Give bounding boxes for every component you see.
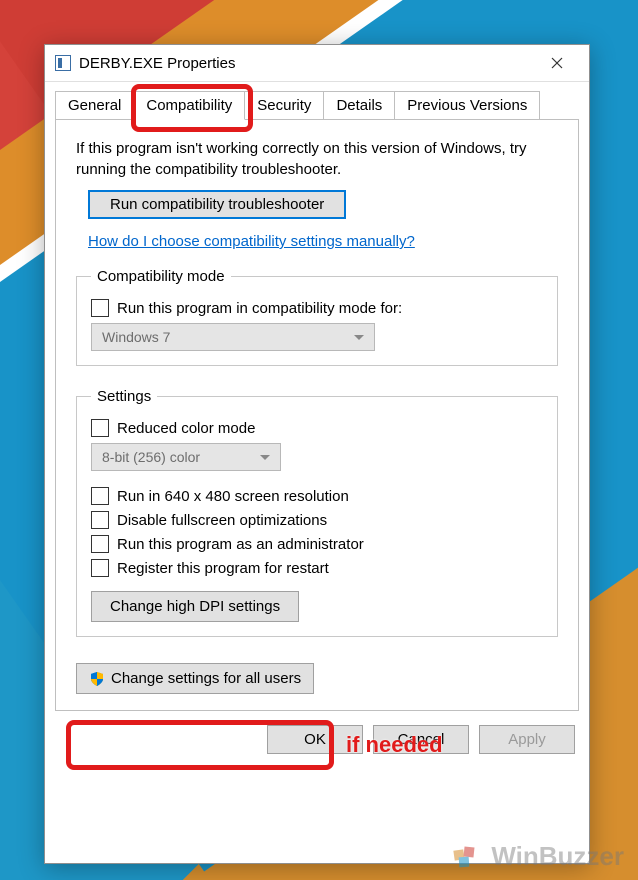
reduced-color-checkbox[interactable]: Reduced color mode [91,419,543,437]
tab-strip: General Compatibility Security Details P… [55,91,579,120]
close-icon [551,57,563,69]
chevron-down-icon [354,335,364,340]
color-mode-value: 8-bit (256) color [102,449,200,465]
chevron-down-icon [260,455,270,460]
run-640-label: Run in 640 x 480 screen resolution [117,488,349,505]
run-640-checkbox[interactable]: Run in 640 x 480 screen resolution [91,487,543,505]
tab-previous-versions[interactable]: Previous Versions [394,91,540,120]
dialog-footer: OK Cancel Apply [55,725,579,754]
checkbox-icon [91,559,109,577]
change-dpi-button[interactable]: Change high DPI settings [91,591,299,622]
app-icon [55,55,71,71]
run-troubleshooter-button[interactable]: Run compatibility troubleshooter [88,190,346,219]
checkbox-icon [91,535,109,553]
disable-fullscreen-label: Disable fullscreen optimizations [117,512,327,529]
settings-group: Settings Reduced color mode 8-bit (256) … [76,388,558,637]
compat-mode-label: Run this program in compatibility mode f… [117,300,402,317]
close-button[interactable] [535,48,579,78]
tab-security[interactable]: Security [244,91,324,120]
compat-os-select: Windows 7 [91,323,375,351]
window-title: DERBY.EXE Properties [79,55,535,72]
run-admin-checkbox[interactable]: Run this program as an administrator [91,535,543,553]
dialog-body: General Compatibility Security Details P… [45,81,589,768]
checkbox-icon [91,487,109,505]
titlebar: DERBY.EXE Properties [45,45,589,81]
tab-details[interactable]: Details [323,91,395,120]
checkbox-icon [91,511,109,529]
color-mode-select: 8-bit (256) color [91,443,281,471]
apply-button: Apply [479,725,575,754]
properties-dialog: DERBY.EXE Properties General Compatibili… [44,44,590,864]
compat-mode-checkbox-row[interactable]: Run this program in compatibility mode f… [91,299,543,317]
change-all-users-label: Change settings for all users [111,670,301,687]
watermark-text: WinBuzzer [491,841,624,871]
checkbox-icon [91,299,109,317]
register-restart-checkbox[interactable]: Register this program for restart [91,559,543,577]
watermark-logo-icon [452,844,480,872]
register-restart-label: Register this program for restart [117,560,329,577]
intro-text: If this program isn't working correctly … [76,138,558,180]
checkbox-icon [91,419,109,437]
compatibility-mode-group: Compatibility mode Run this program in c… [76,268,558,366]
change-all-users-button[interactable]: Change settings for all users [76,663,314,694]
compat-os-value: Windows 7 [102,329,170,345]
tab-general[interactable]: General [55,91,134,120]
watermark: WinBuzzer [452,841,624,872]
tab-compatibility[interactable]: Compatibility [133,91,245,120]
disable-fullscreen-checkbox[interactable]: Disable fullscreen optimizations [91,511,543,529]
compatibility-panel: If this program isn't working correctly … [55,119,579,711]
settings-legend: Settings [91,388,157,405]
uac-shield-icon [89,671,105,687]
run-admin-label: Run this program as an administrator [117,536,364,553]
annotation-text: if needed [346,732,443,758]
reduced-color-label: Reduced color mode [117,420,255,437]
help-link[interactable]: How do I choose compatibility settings m… [88,233,415,250]
compat-mode-legend: Compatibility mode [91,268,231,285]
